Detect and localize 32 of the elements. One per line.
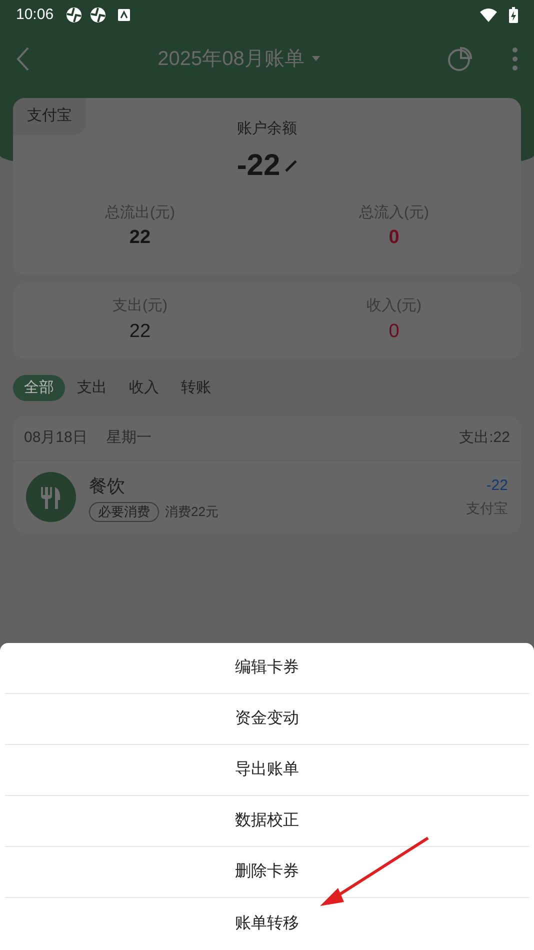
stat-value: 0 xyxy=(388,320,400,344)
menu-item[interactable]: 数据校正 xyxy=(5,796,529,847)
record-amount: -22 xyxy=(486,476,508,496)
category-name: 餐饮 xyxy=(89,474,126,498)
day-total: 支出:22 xyxy=(459,428,510,448)
stat-value: 0 xyxy=(388,226,400,250)
pie-chart-icon[interactable] xyxy=(448,47,472,71)
more-icon[interactable] xyxy=(512,47,518,71)
aperture-icon xyxy=(90,7,106,23)
weekday-label: 星期一 xyxy=(106,428,152,448)
account-badge: 支付宝 xyxy=(13,98,86,134)
menu-item[interactable]: 编辑卡券 xyxy=(5,643,529,694)
status-time: 10:06 xyxy=(16,4,54,25)
menu-item[interactable]: 资金变动 xyxy=(5,694,529,745)
wifi-icon xyxy=(480,8,497,22)
date-label: 08月18日 xyxy=(24,428,88,448)
dropdown-icon[interactable] xyxy=(312,56,320,62)
balance-label: 账户余额 xyxy=(237,119,297,139)
record-tag: 必要消费 xyxy=(89,502,159,522)
filter-tab[interactable]: 全部 xyxy=(13,375,65,401)
pencil-icon[interactable] xyxy=(284,158,298,172)
cutlery-icon xyxy=(26,472,76,522)
menu-item[interactable]: 账单转移 xyxy=(5,898,529,949)
menu-item[interactable]: 导出账单 xyxy=(5,745,529,796)
battery-icon xyxy=(509,7,518,23)
balance-amount: -22 xyxy=(236,148,280,184)
record-note: 消费22元 xyxy=(165,502,218,521)
aperture-icon xyxy=(66,7,82,23)
stat-value: 22 xyxy=(129,320,151,344)
back-icon[interactable] xyxy=(16,47,30,71)
keyboard-icon xyxy=(118,9,130,21)
stat-value: 22 xyxy=(129,226,151,250)
